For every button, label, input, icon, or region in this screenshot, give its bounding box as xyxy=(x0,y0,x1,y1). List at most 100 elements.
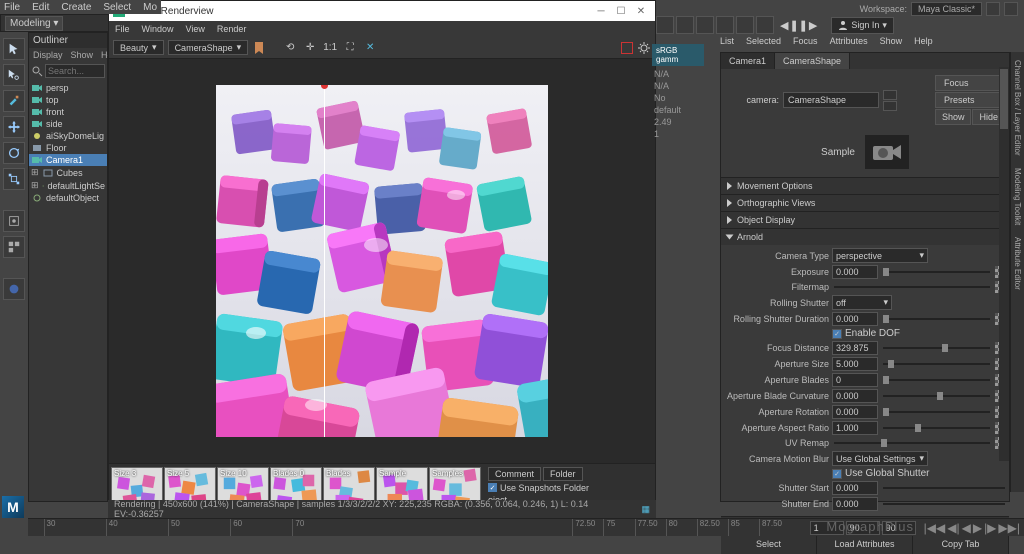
play-back-icon[interactable]: ◀ xyxy=(962,521,971,535)
outliner-item[interactable]: side xyxy=(29,118,107,130)
aspect-ratio-input[interactable]: 1.000 xyxy=(832,421,878,435)
crop-icon[interactable]: ✕ xyxy=(362,40,378,56)
grid-options-icon[interactable] xyxy=(3,236,25,258)
shutter-start-slider[interactable] xyxy=(883,484,1005,492)
zoom-region-icon[interactable]: ⛶ xyxy=(342,40,358,56)
attr-menu-focus[interactable]: Focus xyxy=(793,36,818,46)
rv-menu-file[interactable]: File xyxy=(115,24,130,34)
camera-type-dropdown[interactable]: perspective▾ xyxy=(832,248,928,263)
attr-menu-selected[interactable]: Selected xyxy=(746,36,781,46)
aspect-ratio-slider[interactable] xyxy=(883,424,990,432)
camera-name-input[interactable] xyxy=(783,92,879,108)
attr-menu-show[interactable]: Show xyxy=(880,36,903,46)
uv-remap-slot[interactable] xyxy=(834,439,990,447)
rv-menu-view[interactable]: View xyxy=(186,24,205,34)
outliner-item[interactable]: front xyxy=(29,106,107,118)
section-ortho[interactable]: Orthographic Views xyxy=(721,194,1009,211)
rolling-dur-input[interactable]: 0.000 xyxy=(832,312,878,326)
save-icon[interactable] xyxy=(252,41,266,55)
aperture-size-slider[interactable] xyxy=(883,360,990,368)
oneone-icon[interactable]: 1:1 xyxy=(322,40,338,56)
ffwd-icon[interactable]: ▶▶| xyxy=(998,521,1020,535)
lasso-tool-icon[interactable] xyxy=(3,64,25,86)
shelf-button[interactable] xyxy=(696,16,714,34)
aperture-blades-input[interactable]: 0 xyxy=(832,373,878,387)
stop-render-icon[interactable] xyxy=(621,42,633,54)
global-shutter-checkbox[interactable]: ✓ xyxy=(832,469,842,479)
section-arnold[interactable]: Arnold xyxy=(721,228,1009,245)
pause-icon[interactable]: ❚❚ xyxy=(789,19,807,32)
snapshot-tab-folder[interactable]: Folder xyxy=(543,467,583,481)
menu-edit[interactable]: Edit xyxy=(32,2,49,13)
timeline-ticks[interactable]: 30 40 50 60 70 72.50 75 77.50 80 82.50 8… xyxy=(28,519,806,536)
enable-dof-checkbox[interactable]: ✓ xyxy=(832,329,842,339)
scale-tool-icon[interactable] xyxy=(3,168,25,190)
shelf-button[interactable] xyxy=(756,16,774,34)
blade-curvature-input[interactable]: 0.000 xyxy=(832,389,878,403)
outliner-item-selected[interactable]: Camera1 xyxy=(29,154,107,166)
sample-swatch[interactable] xyxy=(865,135,909,169)
crosshair-icon[interactable]: ✛ xyxy=(302,40,318,56)
play-forward-icon[interactable]: ▶ xyxy=(809,19,817,32)
play-back-icon[interactable]: ◀ xyxy=(780,19,788,32)
outliner-search-input[interactable] xyxy=(45,64,105,78)
move-tool-icon[interactable] xyxy=(3,116,25,138)
maximize-button[interactable]: ☐ xyxy=(611,2,631,20)
render-canvas[interactable] xyxy=(109,59,655,463)
outliner-item[interactable]: persp xyxy=(29,82,107,94)
shelf-button[interactable] xyxy=(716,16,734,34)
rolling-dur-slider[interactable] xyxy=(883,315,990,323)
outliner-menu-display[interactable]: Display xyxy=(33,50,63,60)
camera-dropdown[interactable]: CameraShape ▾ xyxy=(168,40,249,55)
rolling-shutter-dropdown[interactable]: off▾ xyxy=(832,295,892,310)
section-movement[interactable]: Movement Options xyxy=(721,177,1009,194)
signin-button[interactable]: Sign In ▾ xyxy=(831,17,894,34)
aperture-rotation-input[interactable]: 0.000 xyxy=(832,405,878,419)
exposure-input[interactable]: 0.000 xyxy=(832,265,878,279)
shelf-button[interactable] xyxy=(656,16,674,34)
attr-scrollbar[interactable] xyxy=(999,67,1009,461)
aperture-size-input[interactable]: 5.000 xyxy=(832,357,878,371)
attr-tab[interactable]: Camera1 xyxy=(721,53,775,69)
aperture-blades-slider[interactable] xyxy=(883,376,990,384)
attr-menu-attributes[interactable]: Attributes xyxy=(830,36,868,46)
snapshot-tab-comment[interactable]: Comment xyxy=(488,467,541,481)
snap-tool-icon[interactable] xyxy=(3,210,25,232)
close-button[interactable]: ✕ xyxy=(631,2,651,20)
outliner-item[interactable]: ⊞Cubes xyxy=(29,166,107,179)
rotate-tool-icon[interactable] xyxy=(3,142,25,164)
focus-button[interactable]: Focus xyxy=(935,75,1005,91)
render-tool-icon[interactable] xyxy=(3,278,25,300)
vtab-attribute[interactable]: Attribute Editor xyxy=(1013,233,1022,294)
menu-file[interactable]: File xyxy=(4,2,20,13)
play-fwd-icon[interactable]: ▶ xyxy=(973,521,982,535)
shutter-end-input[interactable]: 0.000 xyxy=(832,497,878,511)
vtab-modeling[interactable]: Modeling Toolkit xyxy=(1013,164,1022,229)
aov-dropdown[interactable]: Beauty ▾ xyxy=(113,40,164,55)
rewind-icon[interactable]: |◀◀ xyxy=(924,521,946,535)
rv-menu-window[interactable]: Window xyxy=(142,24,174,34)
use-snapshots-checkbox[interactable]: ✓Use Snapshots Folder xyxy=(488,483,596,493)
select-tool-icon[interactable] xyxy=(3,38,25,60)
vtab-channelbox[interactable]: Channel Box / Layer Editor xyxy=(1013,56,1022,160)
workspace-layout-button[interactable] xyxy=(986,2,1000,16)
shutter-end-slider[interactable] xyxy=(883,500,1005,508)
attr-menu-list[interactable]: List xyxy=(720,36,734,46)
renderview-titlebar[interactable]: Arnold Renderview ─ ☐ ✕ xyxy=(109,1,655,21)
select-button[interactable]: Select xyxy=(721,534,817,554)
load-attributes-button[interactable]: Load Attributes xyxy=(817,534,913,554)
io-in-icon[interactable] xyxy=(883,101,897,111)
presets-button[interactable]: Presets xyxy=(935,92,1005,108)
status-icon[interactable]: ▦ xyxy=(641,504,650,515)
outliner-item[interactable]: defaultObject xyxy=(29,192,107,204)
motion-blur-dropdown[interactable]: Use Global Settings▾ xyxy=(832,451,928,466)
settings-icon[interactable] xyxy=(637,41,651,55)
outliner-item[interactable]: ⊞defaultLightSe xyxy=(29,179,107,192)
focus-distance-input[interactable]: 329.875 xyxy=(832,341,878,355)
outliner-item[interactable]: aiSkyDomeLig xyxy=(29,130,107,142)
attr-tab-active[interactable]: CameraShape xyxy=(775,53,850,69)
outliner-menu-show[interactable]: Show xyxy=(71,50,94,60)
colorspace-badge[interactable]: sRGB gamm xyxy=(652,44,704,66)
minimize-button[interactable]: ─ xyxy=(591,2,611,20)
aperture-rotation-slider[interactable] xyxy=(883,408,990,416)
